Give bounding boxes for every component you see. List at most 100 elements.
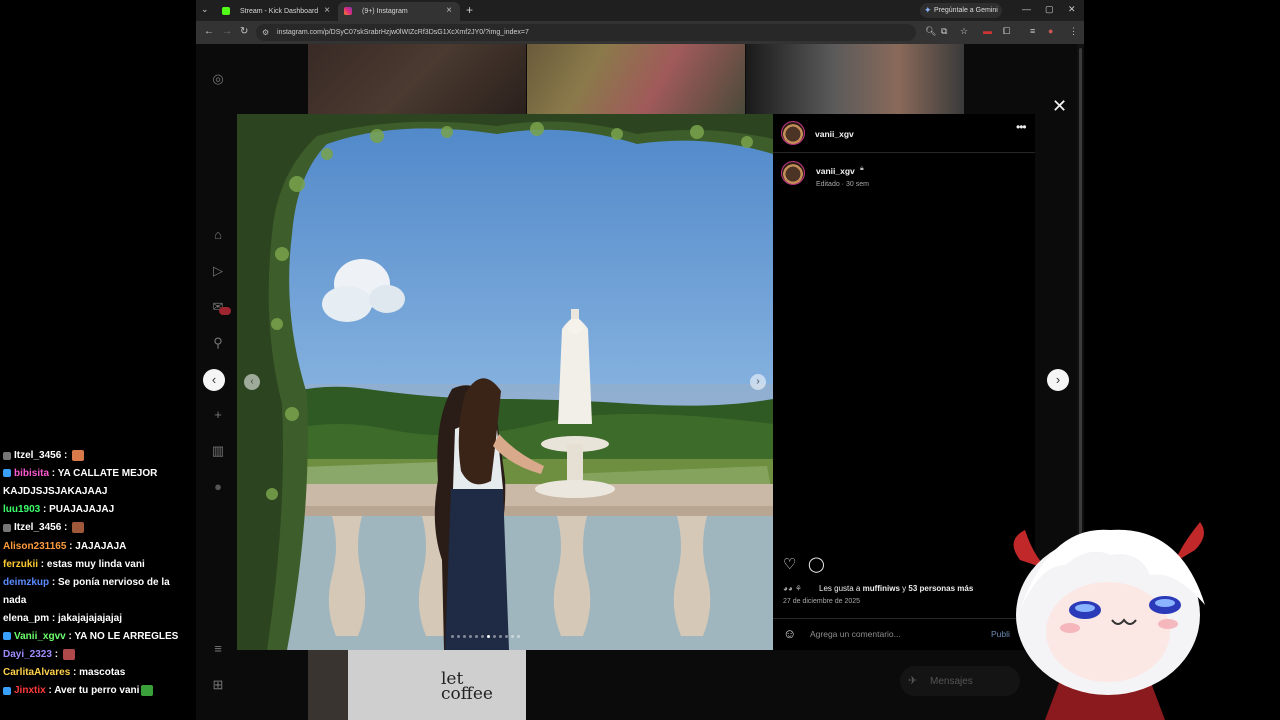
chat-username[interactable]: bibisita <box>14 468 49 479</box>
carousel-dot <box>499 635 502 638</box>
like-heart-icon[interactable]: ♡ <box>783 555 796 573</box>
next-post-button[interactable]: › <box>1047 369 1069 391</box>
profile-avatar-icon[interactable]: ● <box>1048 26 1053 36</box>
tab-search-icon[interactable]: ⌄ <box>201 4 209 15</box>
background-post-tile <box>348 650 526 720</box>
chat-message: luu1903 : PUAJAJAJAJ <box>3 504 114 515</box>
install-app-icon[interactable]: ⧉ <box>941 26 947 37</box>
likes-prefix: Les gusta a <box>819 584 863 593</box>
home-icon[interactable]: ⌂ <box>210 227 226 243</box>
bookmark-star-icon[interactable]: ☆ <box>960 26 968 37</box>
header-divider <box>773 152 1035 153</box>
close-tab-icon[interactable]: × <box>446 5 452 16</box>
browser-menu-icon[interactable]: ⋮ <box>1069 26 1078 37</box>
chat-text: : Se ponía nervioso de la <box>49 576 170 588</box>
create-icon[interactable]: + <box>210 407 226 423</box>
edited-time: Editado · 30 sem <box>816 181 869 188</box>
dashboard-icon[interactable]: ▥ <box>210 443 226 459</box>
lock-icon: 🔒︎ <box>860 165 864 172</box>
forward-icon[interactable]: → <box>222 26 232 37</box>
stream-chat: Itzel_3456 : bibisita : YA CALLATE MEJOR… <box>0 440 196 720</box>
coffee-sign-text: let coffee <box>441 669 493 704</box>
messages-icon: ✈ <box>908 675 918 687</box>
tab-instagram[interactable]: (9+) Instagram × <box>338 2 460 21</box>
chat-username[interactable]: Alison231165 <box>3 541 66 552</box>
likes-count[interactable]: 53 personas más <box>908 584 973 593</box>
chat-text: : estas muy linda vani <box>38 558 145 570</box>
author-avatar[interactable] <box>781 121 805 145</box>
chat-badge-icon <box>3 469 11 478</box>
chat-username[interactable]: Itzel_3456 <box>14 523 61 534</box>
chat-badge-icon <box>3 686 11 695</box>
emoji-icon[interactable]: ☺ <box>783 626 796 641</box>
streamer-avatar-overlay <box>1013 522 1205 720</box>
carousel-dot <box>487 635 490 638</box>
chat-username[interactable]: Itzel_3456 <box>14 450 61 461</box>
chat-username[interactable]: Dayi_2323 <box>3 649 52 660</box>
carousel-next-icon[interactable]: › <box>750 374 766 390</box>
background-post-tile <box>527 44 745 114</box>
extensions-puzzle-icon[interactable]: ⧠ <box>1003 26 1010 37</box>
comment-icon[interactable]: ◯ <box>808 555 825 573</box>
likes-summary[interactable]: Les gusta a muffiniws y 53 personas más <box>819 584 973 593</box>
more-menu-icon[interactable]: ≡ <box>210 641 226 657</box>
site-info-icon[interactable]: ⚙ <box>262 24 269 41</box>
instagram-logo-icon[interactable]: ◎ <box>210 71 226 87</box>
post-photo[interactable]: ‹ › <box>237 114 773 650</box>
chat-badge-icon <box>3 523 11 532</box>
carousel-prev-icon[interactable]: ‹ <box>244 374 260 390</box>
carousel-dot <box>463 635 466 638</box>
chat-message: elena_pm : jakajajajajajaj <box>3 613 122 624</box>
chat-username[interactable]: elena_pm <box>3 613 49 624</box>
search-icon[interactable]: ⚲ <box>210 335 226 351</box>
post-date: 27 de diciembre de 2025 <box>783 598 861 605</box>
tab-kick-dashboard[interactable]: Stream - Kick Dashboard × <box>216 2 338 21</box>
minimize-icon[interactable]: — <box>1022 4 1031 14</box>
extension-icon[interactable]: ▬ <box>983 26 992 36</box>
liker-avatars: ◕◕ ⚘ <box>783 584 803 593</box>
caption-username[interactable]: vanii_xgv <box>816 166 855 176</box>
chat-message: Itzel_3456 : <box>3 522 85 534</box>
chat-username[interactable]: CarlitaAlvares <box>3 667 70 678</box>
chat-message: Jinxtix : Aver tu perro vani <box>3 685 154 697</box>
chat-text: : YA CALLATE MEJOR <box>49 468 158 480</box>
url-field[interactable]: ⚙ instagram.com/p/DSyC07skSrabrHzjw0lWIZ… <box>256 24 916 41</box>
reels-icon[interactable]: ▷ <box>210 263 226 279</box>
close-tab-icon[interactable]: × <box>324 5 330 16</box>
carousel-dot <box>475 635 478 638</box>
chat-text: : Aver tu perro vani <box>45 685 140 697</box>
chat-text: : jakajajajajajaj <box>49 612 122 624</box>
close-post-icon[interactable]: ✕ <box>1052 96 1067 117</box>
instagram-favicon-icon <box>344 7 352 15</box>
comment-input[interactable]: Agrega un comentario... <box>810 629 901 639</box>
maximize-icon[interactable]: ▢ <box>1045 4 1054 15</box>
chat-username[interactable]: deimzkup <box>3 577 49 588</box>
reload-icon[interactable]: ↻ <box>240 26 248 37</box>
more-options-icon[interactable]: ••• <box>1016 120 1027 134</box>
instagram-viewport: let coffee ◎ ⌂ ▷ ✉ ⚲ + ▥ ● ≡ ⊞ ✈ Mensajes… <box>196 44 1084 720</box>
carousel-dot <box>505 635 508 638</box>
zoom-icon[interactable]: 🔍︎ <box>925 26 936 37</box>
chat-username[interactable]: ferzukii <box>3 559 38 570</box>
gemini-button[interactable]: ✦ Pregúntale a Gemini <box>920 3 1002 18</box>
chat-message: CarlitaAlvares : mascotas <box>3 667 125 678</box>
also-from-meta-icon[interactable]: ⊞ <box>210 677 226 693</box>
screen: ⌄ Stream - Kick Dashboard × (9+) Instagr… <box>0 0 1280 720</box>
chat-text: : JAJAJAJA <box>66 540 127 552</box>
chat-message: nada <box>3 595 26 606</box>
close-window-icon[interactable]: ✕ <box>1068 4 1076 15</box>
likes-user[interactable]: muffiniws <box>863 584 900 593</box>
chat-username[interactable]: Jinxtix <box>14 685 46 696</box>
new-tab-icon[interactable]: + <box>466 3 473 17</box>
caption-avatar[interactable] <box>781 161 805 185</box>
chat-username[interactable]: Vanii_xgvv <box>14 631 66 642</box>
chat-username[interactable]: luu1903 <box>3 504 40 515</box>
chat-emote-icon <box>62 649 75 661</box>
back-icon[interactable]: ← <box>204 26 214 37</box>
previous-post-button[interactable]: ‹ <box>203 369 225 391</box>
carousel-dot <box>493 635 496 638</box>
media-control-icon[interactable]: ≡ <box>1030 26 1035 36</box>
profile-icon[interactable]: ● <box>210 479 226 495</box>
chat-message: bibisita : YA CALLATE MEJOR <box>3 468 157 479</box>
author-username[interactable]: vanii_xgv <box>815 129 854 139</box>
